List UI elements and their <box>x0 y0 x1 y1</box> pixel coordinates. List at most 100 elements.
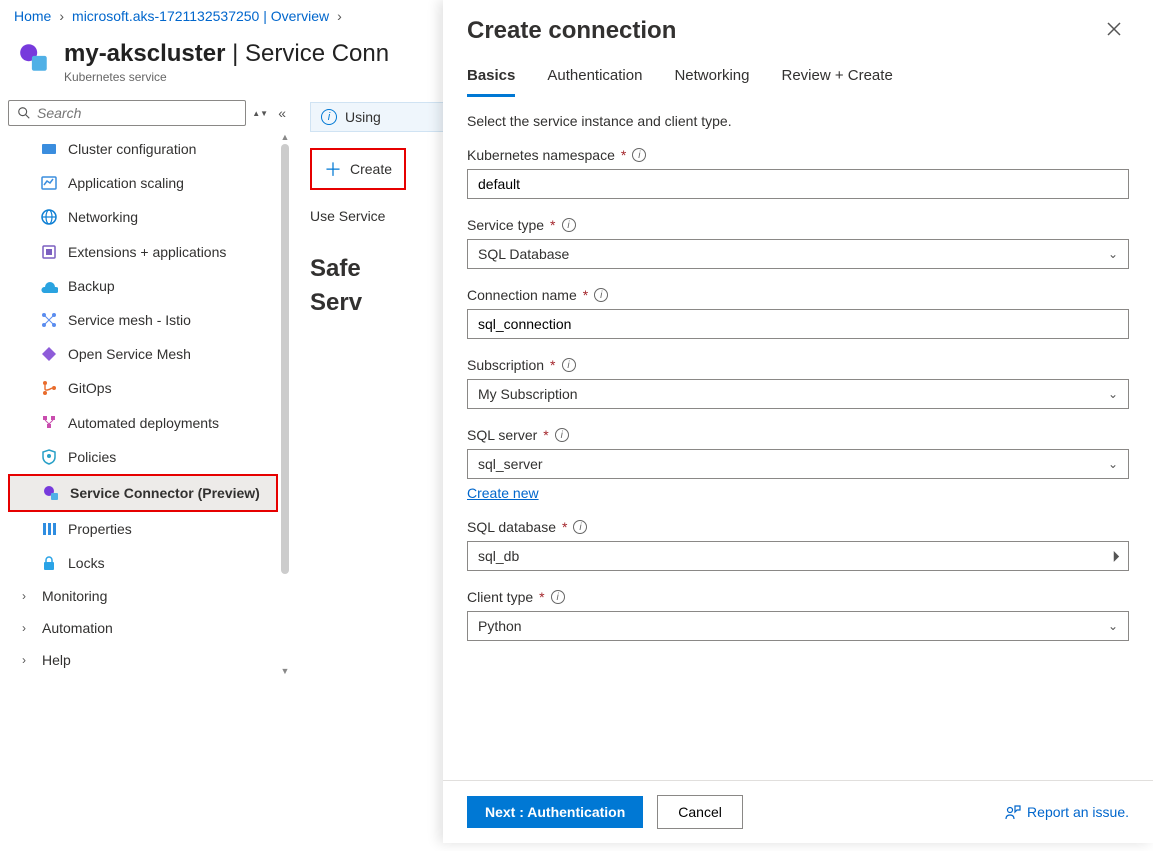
sidebar-group-monitoring[interactable]: › Monitoring <box>8 580 278 612</box>
info-icon[interactable]: i <box>555 428 569 442</box>
cancel-button[interactable]: Cancel <box>657 795 743 829</box>
info-icon[interactable]: i <box>632 148 646 162</box>
sql-database-select[interactable]: sql_db ◢ <box>467 541 1129 571</box>
scroll-down-icon[interactable]: ▼ <box>280 666 290 676</box>
sidebar-item-istio[interactable]: Service mesh - Istio <box>8 303 278 337</box>
sidebar-item-label: Properties <box>68 520 132 538</box>
subscription-select[interactable]: My Subscription ⌄ <box>467 379 1129 409</box>
blade-tabs: Basics Authentication Networking Review … <box>443 53 1153 97</box>
create-new-sql-server-link[interactable]: Create new <box>467 485 539 501</box>
required-asterisk: * <box>539 589 544 605</box>
field-label-text: Connection name <box>467 287 577 303</box>
tab-authentication[interactable]: Authentication <box>547 67 642 97</box>
sidebar-group-label: Help <box>42 652 71 668</box>
sidebar-item-networking[interactable]: Networking <box>8 200 278 234</box>
app-scaling-icon <box>40 174 58 192</box>
sql-server-select[interactable]: sql_server ⌄ <box>467 449 1129 479</box>
tab-networking[interactable]: Networking <box>674 67 749 97</box>
sidebar-group-automation[interactable]: › Automation <box>8 612 278 644</box>
field-label-text: Subscription <box>467 357 544 373</box>
search-input-wrap[interactable] <box>8 100 246 126</box>
blade-footer: Next : Authentication Cancel Report an i… <box>443 780 1153 843</box>
field-namespace: Kubernetes namespace * i <box>467 147 1129 199</box>
field-label-text: Service type <box>467 217 544 233</box>
field-sql-database: SQL database * i sql_db ◢ <box>467 519 1129 571</box>
chevron-right-icon: › <box>22 621 32 635</box>
networking-icon <box>40 208 58 226</box>
chevron-down-icon: ⌄ <box>1108 619 1118 633</box>
sidebar-item-label: Application scaling <box>68 174 184 192</box>
sidebar-scrollbar[interactable]: ▲ ▼ <box>280 132 290 676</box>
info-icon[interactable]: i <box>562 218 576 232</box>
create-connection-blade: Create connection Basics Authentication … <box>443 0 1153 843</box>
person-feedback-icon <box>1005 804 1021 820</box>
sidebar-item-automated-deploy[interactable]: Automated deployments <box>8 406 278 440</box>
field-client-type: Client type * i Python ⌄ <box>467 589 1129 641</box>
blade-intro-text: Select the service instance and client t… <box>467 113 1129 129</box>
open-service-mesh-icon <box>40 345 58 363</box>
tab-basics[interactable]: Basics <box>467 67 515 97</box>
report-issue-link[interactable]: Report an issue. <box>1005 804 1129 820</box>
field-label-text: SQL server <box>467 427 537 443</box>
tab-review-create[interactable]: Review + Create <box>781 67 892 97</box>
sort-icon[interactable]: ▲▼ <box>252 110 266 117</box>
service-mesh-icon <box>40 311 58 329</box>
sidebar-item-label: Policies <box>68 448 116 466</box>
chevron-right-icon: › <box>22 653 32 667</box>
sidebar-item-osm[interactable]: Open Service Mesh <box>8 337 278 371</box>
sidebar-item-label: GitOps <box>68 379 112 397</box>
select-value: Python <box>478 618 522 634</box>
service-connector-icon <box>42 484 60 502</box>
create-button-label: Create <box>350 161 392 177</box>
connection-name-input[interactable] <box>467 309 1129 339</box>
policies-icon <box>40 448 58 466</box>
sidebar-item-backup[interactable]: Backup <box>8 269 278 303</box>
sidebar-item-label: Open Service Mesh <box>68 345 191 363</box>
scroll-up-icon[interactable]: ▲ <box>280 132 290 142</box>
select-value: SQL Database <box>478 246 569 262</box>
sidebar-item-policies[interactable]: Policies <box>8 440 278 474</box>
blade-title: Create connection <box>467 17 676 45</box>
info-icon[interactable]: i <box>562 358 576 372</box>
info-icon[interactable]: i <box>594 288 608 302</box>
sidebar-item-properties[interactable]: Properties <box>8 512 278 546</box>
select-value: sql_server <box>478 456 543 472</box>
sidebar-item-locks[interactable]: Locks <box>8 546 278 580</box>
sidebar-item-cluster-config[interactable]: Cluster configuration <box>8 132 278 166</box>
info-icon: i <box>321 109 337 125</box>
sidebar-item-label: Service Connector (Preview) <box>70 484 260 502</box>
info-icon[interactable]: i <box>551 590 565 604</box>
breadcrumb-resource[interactable]: microsoft.aks-1721132537250 | Overview <box>72 8 329 24</box>
next-button[interactable]: Next : Authentication <box>467 796 643 828</box>
sidebar-group-label: Monitoring <box>42 588 107 604</box>
create-button[interactable]: ＋ Create <box>312 150 404 188</box>
sidebar-item-service-connector[interactable]: Service Connector (Preview) <box>8 474 278 512</box>
field-label-text: Kubernetes namespace <box>467 147 615 163</box>
chevron-down-icon: ⌄ <box>1108 387 1118 401</box>
create-button-highlight: ＋ Create <box>310 148 406 190</box>
sidebar-item-gitops[interactable]: GitOps <box>8 371 278 405</box>
collapse-sidebar-icon[interactable]: « <box>272 105 292 121</box>
sidebar-group-label: Automation <box>42 620 113 636</box>
client-type-select[interactable]: Python ⌄ <box>467 611 1129 641</box>
search-icon <box>17 106 31 120</box>
sidebar-item-extensions[interactable]: Extensions + applications <box>8 235 278 269</box>
chevron-down-icon: ⌄ <box>1108 457 1118 471</box>
cluster-config-icon <box>40 140 58 158</box>
sidebar-group-help[interactable]: › Help <box>8 644 278 676</box>
properties-icon <box>40 520 58 538</box>
service-type-select[interactable]: SQL Database ⌄ <box>467 239 1129 269</box>
sidebar-item-label: Service mesh - Istio <box>68 311 191 329</box>
close-button[interactable] <box>1099 16 1129 45</box>
scrollbar-thumb[interactable] <box>281 144 289 574</box>
select-value: My Subscription <box>478 386 578 402</box>
report-issue-label: Report an issue. <box>1027 804 1129 820</box>
sidebar-item-app-scaling[interactable]: Application scaling <box>8 166 278 200</box>
namespace-input[interactable] <box>467 169 1129 199</box>
info-icon[interactable]: i <box>573 520 587 534</box>
field-label-text: SQL database <box>467 519 556 535</box>
breadcrumb-home[interactable]: Home <box>14 8 51 24</box>
automated-deployments-icon <box>40 414 58 432</box>
search-input[interactable] <box>37 105 237 121</box>
sidebar-item-label: Automated deployments <box>68 414 219 432</box>
